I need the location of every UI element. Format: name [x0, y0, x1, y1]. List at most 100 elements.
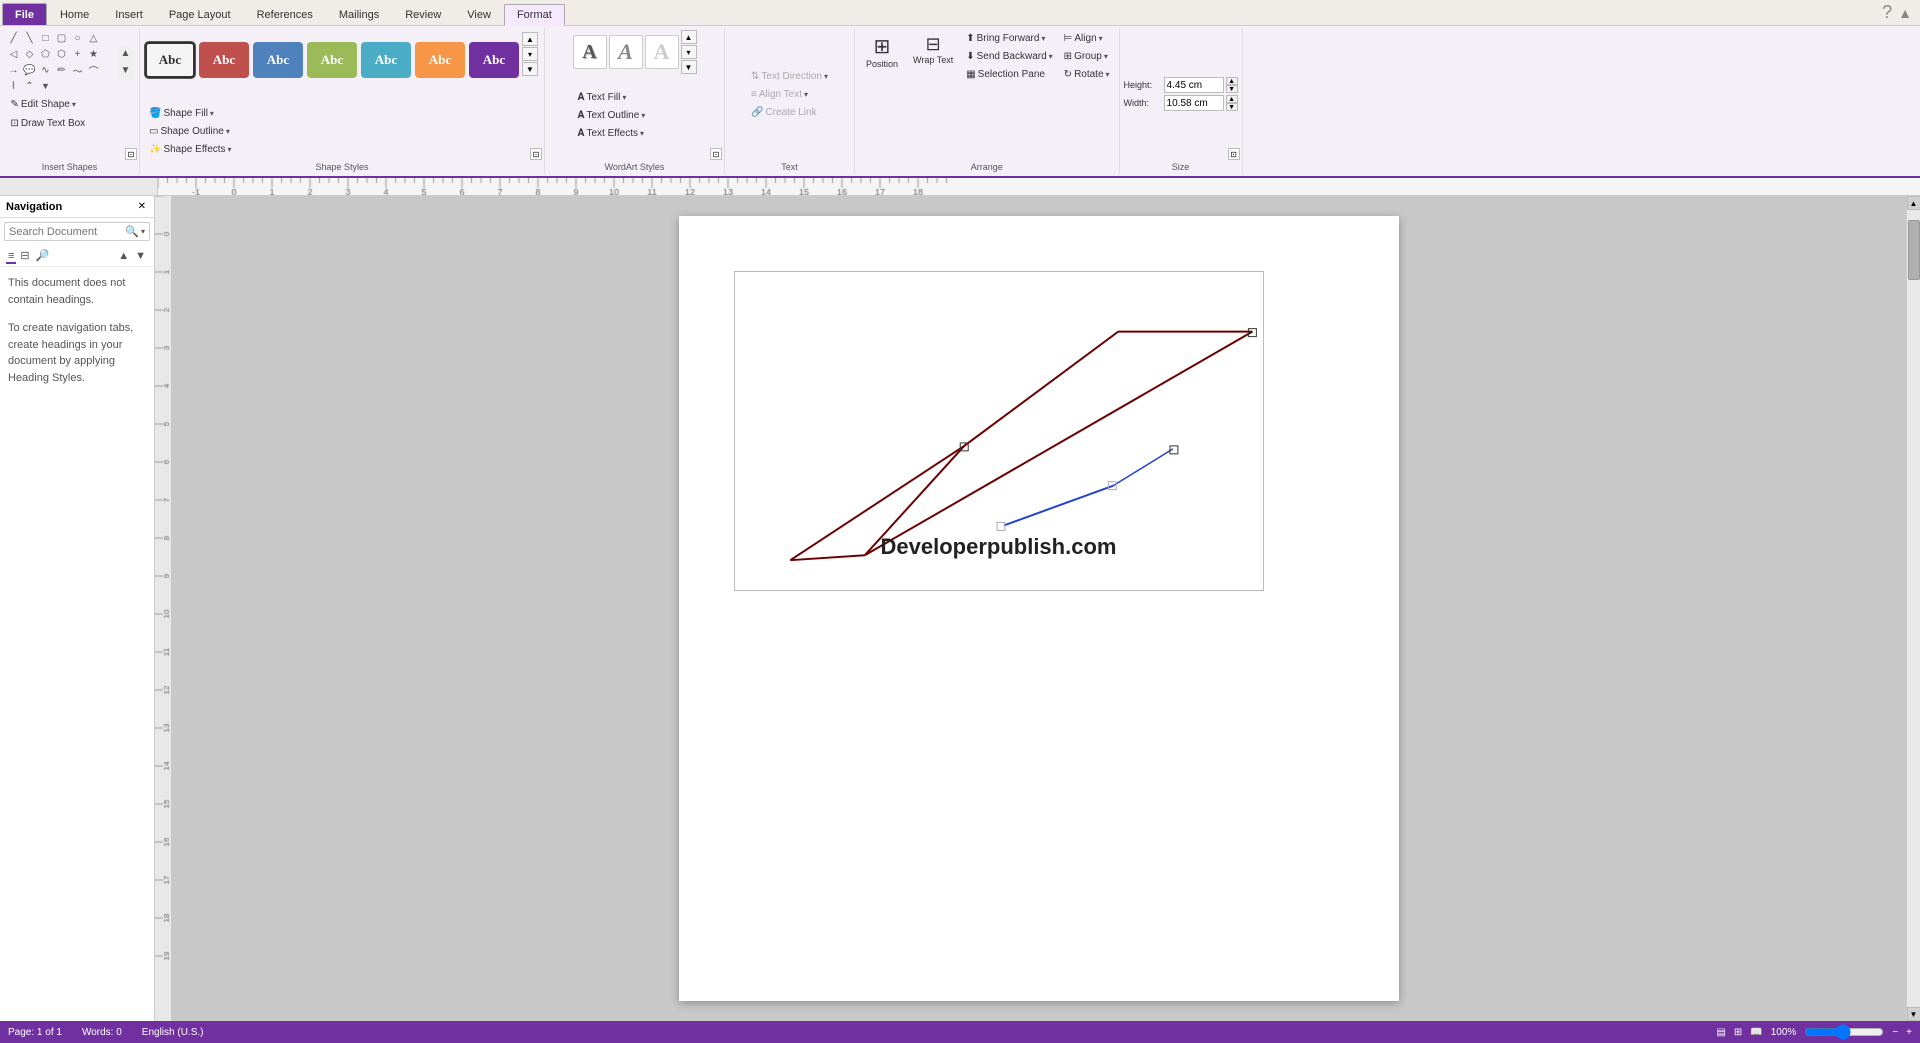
shape-style-6[interactable]: Abc [415, 42, 465, 78]
width-down[interactable]: ▼ [1226, 103, 1238, 111]
text-effects-button[interactable]: 𝐀 Text Effects ▾ [573, 125, 651, 142]
shape5-icon[interactable]: ⌇ [6, 78, 22, 94]
callout-icon[interactable]: 💬 [22, 62, 38, 78]
zoom-slider[interactable] [1804, 1026, 1884, 1038]
nav-pages-btn[interactable]: ⊟ [18, 247, 31, 264]
width-input[interactable] [1164, 95, 1224, 111]
shape-style-7[interactable]: Abc [469, 42, 519, 78]
width-up[interactable]: ▲ [1226, 95, 1238, 103]
handle-3[interactable] [997, 522, 1005, 530]
shape-effects-button[interactable]: ✨ Shape Effects ▾ [144, 141, 237, 158]
more-shapes-icon[interactable]: ▼ [38, 78, 54, 94]
wordart-scroll-down[interactable]: ▼ [681, 60, 697, 74]
rect-icon[interactable]: □ [38, 30, 54, 46]
line2-icon[interactable]: ╲ [22, 30, 38, 46]
nav-close-button[interactable]: ✕ [136, 200, 148, 213]
styles-scroll-open[interactable]: ▾ [522, 47, 538, 61]
arrow-icon[interactable]: → [6, 62, 22, 78]
align-text-button[interactable]: ≡ Align Text ▾ [746, 86, 813, 103]
draw-text-box-button[interactable]: ⊡ Draw Text Box [6, 115, 91, 132]
line-icon[interactable]: ╱ [6, 30, 22, 46]
shape-styles-expand[interactable]: ⊡ [530, 148, 542, 160]
nav-sort-down[interactable]: ▼ [133, 248, 148, 264]
text-fill-button[interactable]: 𝐀 Text Fill ▾ [573, 89, 651, 106]
curve-icon[interactable]: ∿ [38, 62, 54, 78]
wordart-2[interactable]: A [609, 35, 643, 69]
text-direction-button[interactable]: ⇅ Text Direction ▾ [746, 68, 833, 85]
tab-home[interactable]: Home [47, 3, 102, 25]
shape-style-5[interactable]: Abc [361, 42, 411, 78]
tab-page-layout[interactable]: Page Layout [156, 3, 244, 25]
zoom-out-icon[interactable]: − [1892, 1027, 1898, 1038]
height-up[interactable]: ▲ [1226, 77, 1238, 85]
search-input[interactable] [9, 226, 123, 238]
shape-fill-button[interactable]: 🪣 Shape Fill ▾ [144, 105, 237, 122]
size-expand[interactable]: ⊡ [1228, 148, 1240, 160]
scroll-up-button[interactable]: ▲ [1907, 196, 1920, 210]
plus-icon[interactable]: + [70, 46, 86, 62]
position-button[interactable]: ⊞ Position [859, 30, 905, 73]
rtriangle-icon[interactable]: ◁ [6, 46, 22, 62]
tab-review[interactable]: Review [392, 3, 454, 25]
shape-style-4[interactable]: Abc [307, 42, 357, 78]
tab-insert[interactable]: Insert [102, 3, 156, 25]
shapes-scroll-up[interactable]: ▲ [118, 46, 134, 62]
nav-headings-btn[interactable]: ≡ [6, 248, 16, 264]
edit-shape-button[interactable]: ✎ Edit Shape ▾ [6, 96, 81, 113]
scroll-down-button[interactable]: ▼ [1907, 1007, 1920, 1021]
view-normal-btn[interactable]: ▤ [1716, 1027, 1725, 1038]
tab-mailings[interactable]: Mailings [326, 3, 392, 25]
wordart-styles-expand[interactable]: ⊡ [710, 148, 722, 160]
bring-forward-button[interactable]: ⬆ Bring Forward ▾ [961, 30, 1057, 47]
star5-icon[interactable]: ★ [86, 46, 102, 62]
text-outline-button[interactable]: 𝐀 Text Outline ▾ [573, 107, 651, 124]
shapes-scroll-down[interactable]: ▼ [118, 63, 134, 79]
height-input[interactable] [1164, 77, 1224, 93]
document-scroll-area[interactable]: Developerpublish.com [171, 196, 1906, 1021]
hexagon-icon[interactable]: ⬡ [54, 46, 70, 62]
selection-pane-button[interactable]: ▦ Selection Pane [961, 66, 1057, 83]
wordart-scroll-up[interactable]: ▲ [681, 30, 697, 44]
create-link-button[interactable]: 🔗 Create Link [746, 104, 822, 121]
align-button[interactable]: ⊨ Align ▾ [1059, 30, 1115, 47]
search-dropdown-icon[interactable]: ▾ [141, 227, 145, 236]
oval-icon[interactable]: ○ [70, 30, 86, 46]
search-icon[interactable]: 🔍 [125, 225, 139, 238]
styles-scroll-up[interactable]: ▲ [522, 32, 538, 46]
wordart-3[interactable]: A [645, 35, 679, 69]
rotate-button[interactable]: ↻ Rotate ▾ [1059, 66, 1115, 83]
tab-view[interactable]: View [454, 3, 504, 25]
diamond-icon[interactable]: ◇ [22, 46, 38, 62]
triangle-icon[interactable]: △ [86, 30, 102, 46]
view-reading-btn[interactable]: 📖 [1750, 1027, 1762, 1038]
insert-shapes-expand[interactable]: ⊡ [125, 148, 137, 160]
group-button[interactable]: ⊞ Group ▾ [1059, 48, 1115, 65]
shape-style-1[interactable]: Abc [145, 42, 195, 78]
view-layout-btn[interactable]: ⊞ [1734, 1027, 1742, 1038]
tab-file[interactable]: File [2, 3, 47, 25]
tab-references[interactable]: References [244, 3, 326, 25]
tab-format[interactable]: Format [504, 4, 565, 26]
nav-results-btn[interactable]: 🔎 [34, 247, 52, 264]
nav-sort-up[interactable]: ▲ [116, 248, 131, 264]
shape-style-2[interactable]: Abc [199, 42, 249, 78]
help-icon[interactable]: ? [1882, 2, 1892, 23]
send-backward-button[interactable]: ⬇ Send Backward ▾ [961, 48, 1057, 65]
shape6-icon[interactable]: ⌃ [22, 78, 38, 94]
scrollbar-thumb[interactable] [1908, 220, 1920, 280]
shape-outline-button[interactable]: ▭ Shape Outline ▾ [144, 123, 237, 140]
pentagon-icon[interactable]: ⬠ [38, 46, 54, 62]
rounded-rect-icon[interactable]: ▢ [54, 30, 70, 46]
wordart-scroll-open[interactable]: ▾ [681, 45, 697, 59]
wrap-text-button[interactable]: ⊟ Wrap Text [906, 30, 960, 69]
scrollbar-track[interactable] [1907, 210, 1920, 1007]
minimize-ribbon-icon[interactable]: ▲ [1898, 5, 1912, 21]
shape-style-3[interactable]: Abc [253, 42, 303, 78]
zoom-in-icon[interactable]: + [1906, 1027, 1912, 1038]
wordart-1[interactable]: A [573, 35, 607, 69]
freeform-icon[interactable]: ✏ [54, 62, 70, 78]
height-down[interactable]: ▼ [1226, 85, 1238, 93]
styles-scroll-down[interactable]: ▼ [522, 62, 538, 76]
scribble-icon[interactable]: 〜 [70, 62, 86, 78]
arc-icon[interactable]: ⌒ [86, 62, 102, 78]
